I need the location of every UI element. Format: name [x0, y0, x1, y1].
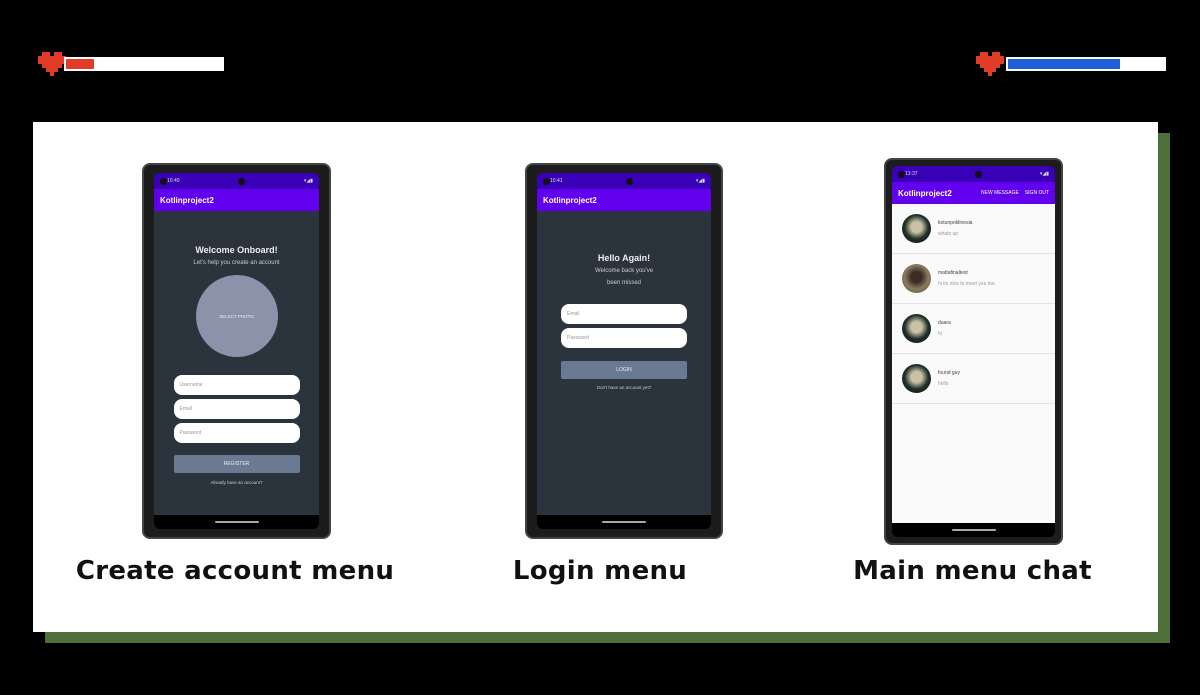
contact-name: found guy — [938, 370, 960, 376]
health-track — [1006, 57, 1166, 71]
health-fill — [1008, 59, 1121, 69]
app-title: Kotlinproject2 — [160, 195, 214, 205]
app-bar: Kotlinproject2 NEW MESSAGE SIGN OUT — [892, 182, 1055, 204]
sign-out-button[interactable]: SIGN OUT — [1025, 190, 1049, 196]
subheading: Let's help you create an account — [193, 260, 280, 266]
heading: Hello Again! — [597, 253, 651, 263]
phone-register: 10:40 ▾◢▮ Kotlinproject2 Welcome Onboard!… — [142, 163, 331, 539]
login-link[interactable]: Already have an account? — [210, 480, 262, 485]
app-title: Kotlinproject2 — [898, 188, 952, 198]
status-time: 10:40 — [167, 178, 180, 184]
nav-handle[interactable] — [892, 523, 1055, 537]
signal-icon: ▾◢▮ — [303, 178, 313, 184]
email-input[interactable]: Email — [173, 399, 300, 419]
signal-icon: ▾◢▮ — [695, 178, 705, 184]
email-input[interactable]: Email — [561, 304, 687, 324]
avatar — [902, 214, 931, 243]
avatar — [902, 364, 931, 393]
status-time: 10:41 — [550, 178, 563, 184]
phone-chat: 13:37 ▾◢▮ Kotlinproject2 NEW MESSAGE SIGN O… — [884, 158, 1063, 545]
conversation-row[interactable]: mattafinaltest hi its nice to meet you to… — [892, 254, 1055, 304]
nav-handle[interactable] — [537, 515, 711, 529]
caption-login: Login menu — [512, 556, 688, 586]
status-bar: 10:41 ▾◢▮ — [537, 173, 711, 189]
select-photo-button[interactable]: SELECT PHOTO — [195, 275, 278, 357]
status-time: 13:37 — [905, 171, 918, 177]
register-link[interactable]: Don't have an account yet? — [597, 385, 651, 390]
nav-handle[interactable] — [154, 515, 319, 529]
signal-icon: ▾◢▮ — [1039, 171, 1049, 177]
app-bar: Kotlinproject2 — [154, 189, 319, 211]
health-bar-left — [38, 52, 224, 76]
app-title: Kotlinproject2 — [543, 195, 597, 205]
contact-name: mattafinaltest — [938, 270, 968, 276]
contact-name: duara — [938, 320, 951, 326]
username-input[interactable]: Username — [173, 375, 300, 395]
register-button[interactable]: REGISTER — [173, 455, 300, 473]
subheading-line2: been missed — [606, 280, 642, 286]
subheading-line1: Welcome back you've — [594, 268, 654, 274]
last-message: hi — [938, 331, 942, 337]
status-bar: 10:40 ▾◢▮ — [154, 173, 319, 189]
caption-register: Create account menu — [75, 556, 395, 586]
status-bar: 13:37 ▾◢▮ — [892, 166, 1055, 182]
health-track — [64, 57, 224, 71]
conversation-row[interactable]: duara hi — [892, 304, 1055, 354]
phone-login: 10:41 ▾◢▮ Kotlinproject2 Hello Again! Wel… — [525, 163, 723, 539]
avatar — [902, 314, 931, 343]
heading: Welcome Onboard! — [195, 245, 278, 255]
password-input[interactable]: Password — [561, 328, 687, 348]
contact-name: kotunpoklinesia — [938, 220, 973, 226]
conversation-list: kotunpoklinesia whats up mattafinaltest hi… — [892, 204, 1055, 523]
new-message-button[interactable]: NEW MESSAGE — [981, 190, 1019, 196]
last-message: hi its nice to meet you too — [938, 281, 995, 287]
conversation-row[interactable]: kotunpoklinesia whats up — [892, 204, 1055, 254]
conversation-row[interactable]: found guy hello — [892, 354, 1055, 404]
health-bar-right — [976, 52, 1166, 76]
pixel-heart-icon — [976, 52, 1004, 76]
pixel-heart-icon — [38, 52, 66, 76]
health-fill — [66, 59, 95, 69]
last-message: whats up — [938, 231, 959, 237]
last-message: hello — [938, 381, 949, 387]
password-input[interactable]: Password — [173, 423, 300, 443]
app-bar: Kotlinproject2 — [537, 189, 711, 211]
avatar — [902, 264, 931, 293]
caption-chat: Main menu chat — [853, 556, 1092, 586]
login-button[interactable]: LOGIN — [561, 361, 687, 379]
